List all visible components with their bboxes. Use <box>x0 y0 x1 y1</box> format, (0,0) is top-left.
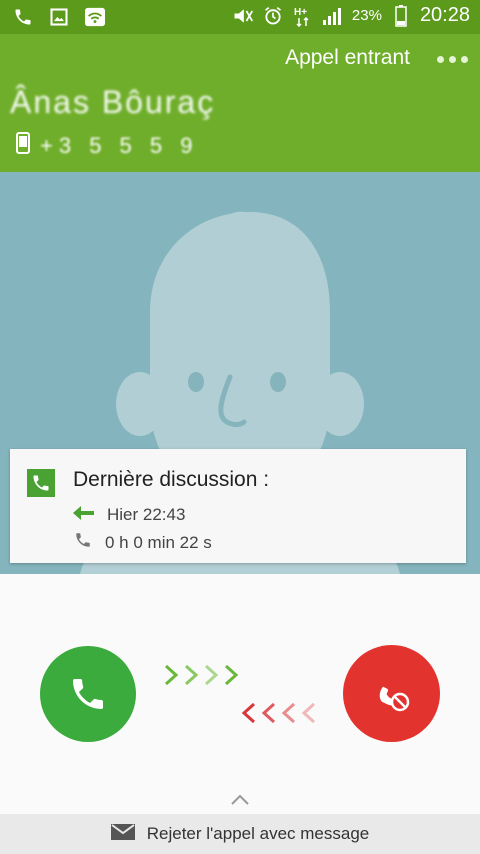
svg-text:H+: H+ <box>294 7 307 18</box>
last-call-duration: 0 h 0 min 22 s <box>105 532 212 552</box>
reject-with-message-button[interactable]: Rejeter l'appel avec message <box>0 814 480 854</box>
last-call-when-row: Hier 22:43 <box>73 505 185 525</box>
chevron-up-icon[interactable] <box>229 793 251 812</box>
incoming-arrow-icon <box>73 505 95 525</box>
battery-icon <box>390 4 412 27</box>
call-status-label: Appel entrant <box>285 46 410 69</box>
alarm-icon <box>262 5 284 27</box>
message-envelope-icon <box>110 823 135 845</box>
last-call-when: Hier 22:43 <box>107 505 186 524</box>
phone-number: +3 5 5 5 9 <box>40 132 199 158</box>
reject-with-message-label: Rejeter l'appel avec message <box>146 824 370 843</box>
phone-number-row: +3 5 5 5 9 <box>16 132 198 159</box>
battery-percent: 23% <box>351 7 382 24</box>
phone-icon <box>12 6 34 28</box>
more-options-icon[interactable] <box>437 56 468 63</box>
last-call-title: Dernière discussion : <box>73 468 270 491</box>
phone-duration-icon <box>73 531 93 554</box>
swipe-left-chevrons-icon <box>241 702 316 724</box>
call-log-icon <box>27 469 55 497</box>
wifi-icon <box>84 6 106 28</box>
signal-icon <box>322 5 344 27</box>
phone-reject-icon <box>379 686 409 711</box>
clock: 20:28 <box>419 4 470 26</box>
swipe-right-chevrons-icon <box>164 664 239 686</box>
status-bar: H+ 23% 20:28 <box>0 0 480 34</box>
caller-header: Appel entrant Ânas Bôuraç +3 5 5 5 9 <box>0 34 480 172</box>
image-icon <box>48 6 70 28</box>
caller-name: Ânas Bôuraç <box>10 84 216 120</box>
last-call-card: Dernière discussion : Hier 22:43 0 h 0 m… <box>10 449 466 563</box>
reject-call-button[interactable] <box>343 645 440 742</box>
network-h-plus-icon: H+ <box>292 5 314 27</box>
mobile-phone-icon <box>16 132 30 159</box>
phone-answer-icon <box>73 679 103 709</box>
accept-call-button[interactable] <box>40 646 136 742</box>
mute-icon <box>232 5 254 27</box>
last-call-duration-row: 0 h 0 min 22 s <box>73 531 212 554</box>
